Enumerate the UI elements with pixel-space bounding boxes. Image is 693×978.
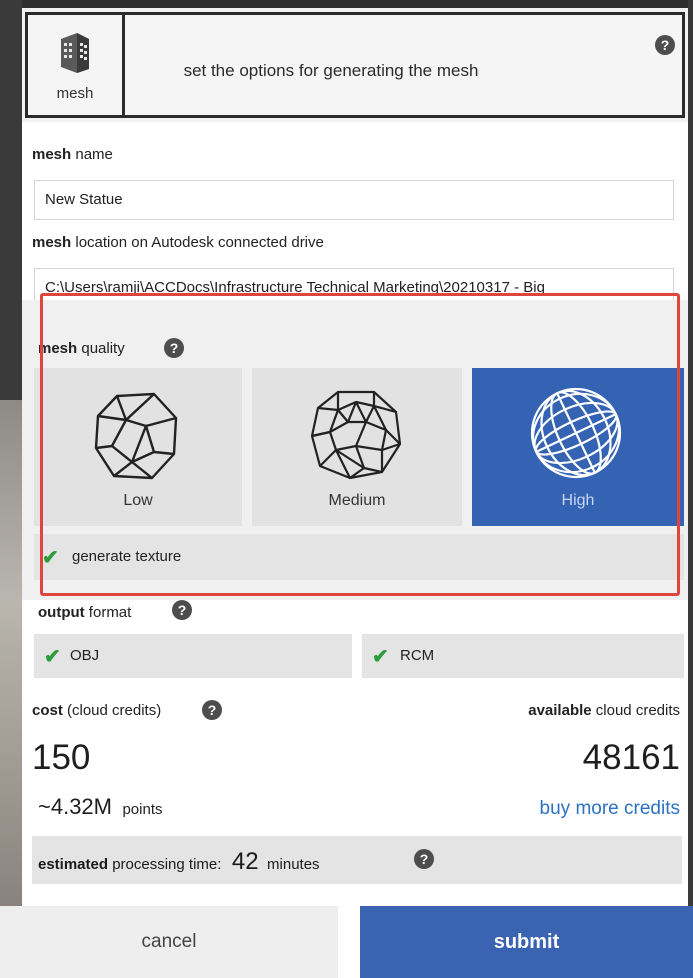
tab-mesh-label: mesh (56, 85, 94, 102)
processing-time-row: estimated processing time: 42 minutes ? (32, 836, 682, 884)
mesh-name-label: mesh name (32, 146, 113, 163)
quality-high-button[interactable]: High (472, 368, 684, 526)
background-top (0, 0, 693, 8)
cost-value: 150 (32, 738, 91, 777)
panel-header: mesh set the options for generating the … (22, 8, 688, 122)
building-icon (57, 29, 93, 80)
processing-time-unit: minutes (267, 856, 320, 873)
mesh-name-label-rest: name (71, 146, 113, 163)
output-format-label-rest: format (84, 604, 132, 621)
mesh-quality-label-rest: quality (77, 340, 125, 357)
low-poly-mesh-icon (94, 392, 178, 480)
mesh-location-label-bold: mesh (32, 234, 72, 251)
cancel-button[interactable]: cancel (0, 906, 338, 978)
mesh-location-label: mesh location on Autodesk connected driv… (32, 234, 324, 251)
high-poly-sphere-icon (530, 387, 622, 479)
available-label-bold: available (528, 702, 592, 719)
buy-more-credits-link[interactable]: buy more credits (540, 798, 680, 820)
cost-label: cost (cloud credits) (32, 702, 161, 719)
submit-button[interactable]: submit (360, 906, 693, 978)
mesh-location-label-rest: location on Autodesk connected drive (71, 234, 324, 251)
medium-poly-mesh-icon (310, 390, 402, 480)
cost-help-icon[interactable]: ? (202, 700, 222, 720)
header-title-box: set the options for generating the mesh … (125, 12, 685, 118)
cost-label-rest: (cloud credits) (62, 702, 162, 719)
page-title: set the options for generating the mesh (183, 61, 479, 80)
generate-texture-label: generate texture (72, 548, 182, 565)
generate-texture-checkbox[interactable]: ✔ generate texture (34, 534, 684, 580)
background-right (688, 0, 693, 978)
check-icon: ✔ (44, 646, 61, 668)
quality-high-label: High (561, 492, 595, 509)
quality-low-button[interactable]: Low (34, 368, 242, 526)
processing-time-text: estimated processing time: 42 minutes (38, 848, 320, 876)
format-rcm-checkbox[interactable]: ✔ RCM (362, 634, 684, 678)
quality-low-label: Low (123, 492, 153, 509)
processing-label-rest: processing time: (108, 856, 222, 873)
quality-medium-button[interactable]: Medium (252, 368, 462, 526)
points-value: ~4.32M (38, 794, 112, 819)
mesh-quality-label-bold: mesh (38, 340, 78, 357)
format-rcm-label: RCM (400, 647, 435, 664)
output-format-label: output format (38, 604, 131, 621)
format-obj-checkbox[interactable]: ✔ OBJ (34, 634, 352, 678)
tab-mesh[interactable]: mesh (25, 12, 125, 118)
quality-medium-label: Medium (328, 492, 386, 509)
available-credits-value: 48161 (582, 738, 680, 777)
format-obj-label: OBJ (70, 647, 100, 664)
mesh-quality-help-icon[interactable]: ? (164, 338, 184, 358)
check-icon: ✔ (42, 547, 59, 569)
background-left (0, 0, 22, 978)
processing-time-value: 42 (231, 848, 259, 875)
processing-label-bold: estimated (38, 856, 109, 873)
output-format-label-bold: output (38, 604, 85, 621)
mesh-quality-label: mesh quality (38, 340, 125, 357)
check-icon: ✔ (372, 646, 389, 668)
cost-label-bold: cost (32, 702, 63, 719)
available-label-rest: cloud credits (591, 702, 680, 719)
output-format-help-icon[interactable]: ? (172, 600, 192, 620)
processing-help-icon[interactable]: ? (414, 849, 434, 869)
help-icon[interactable]: ? (655, 35, 675, 55)
mesh-name-label-bold: mesh (32, 146, 72, 163)
points-unit: points (122, 801, 163, 818)
points-estimate: ~4.32M points (38, 794, 162, 820)
mesh-options-panel: mesh set the options for generating the … (22, 8, 688, 974)
mesh-name-input[interactable]: New Statue (34, 180, 674, 220)
available-credits-label: available cloud credits (528, 702, 680, 719)
